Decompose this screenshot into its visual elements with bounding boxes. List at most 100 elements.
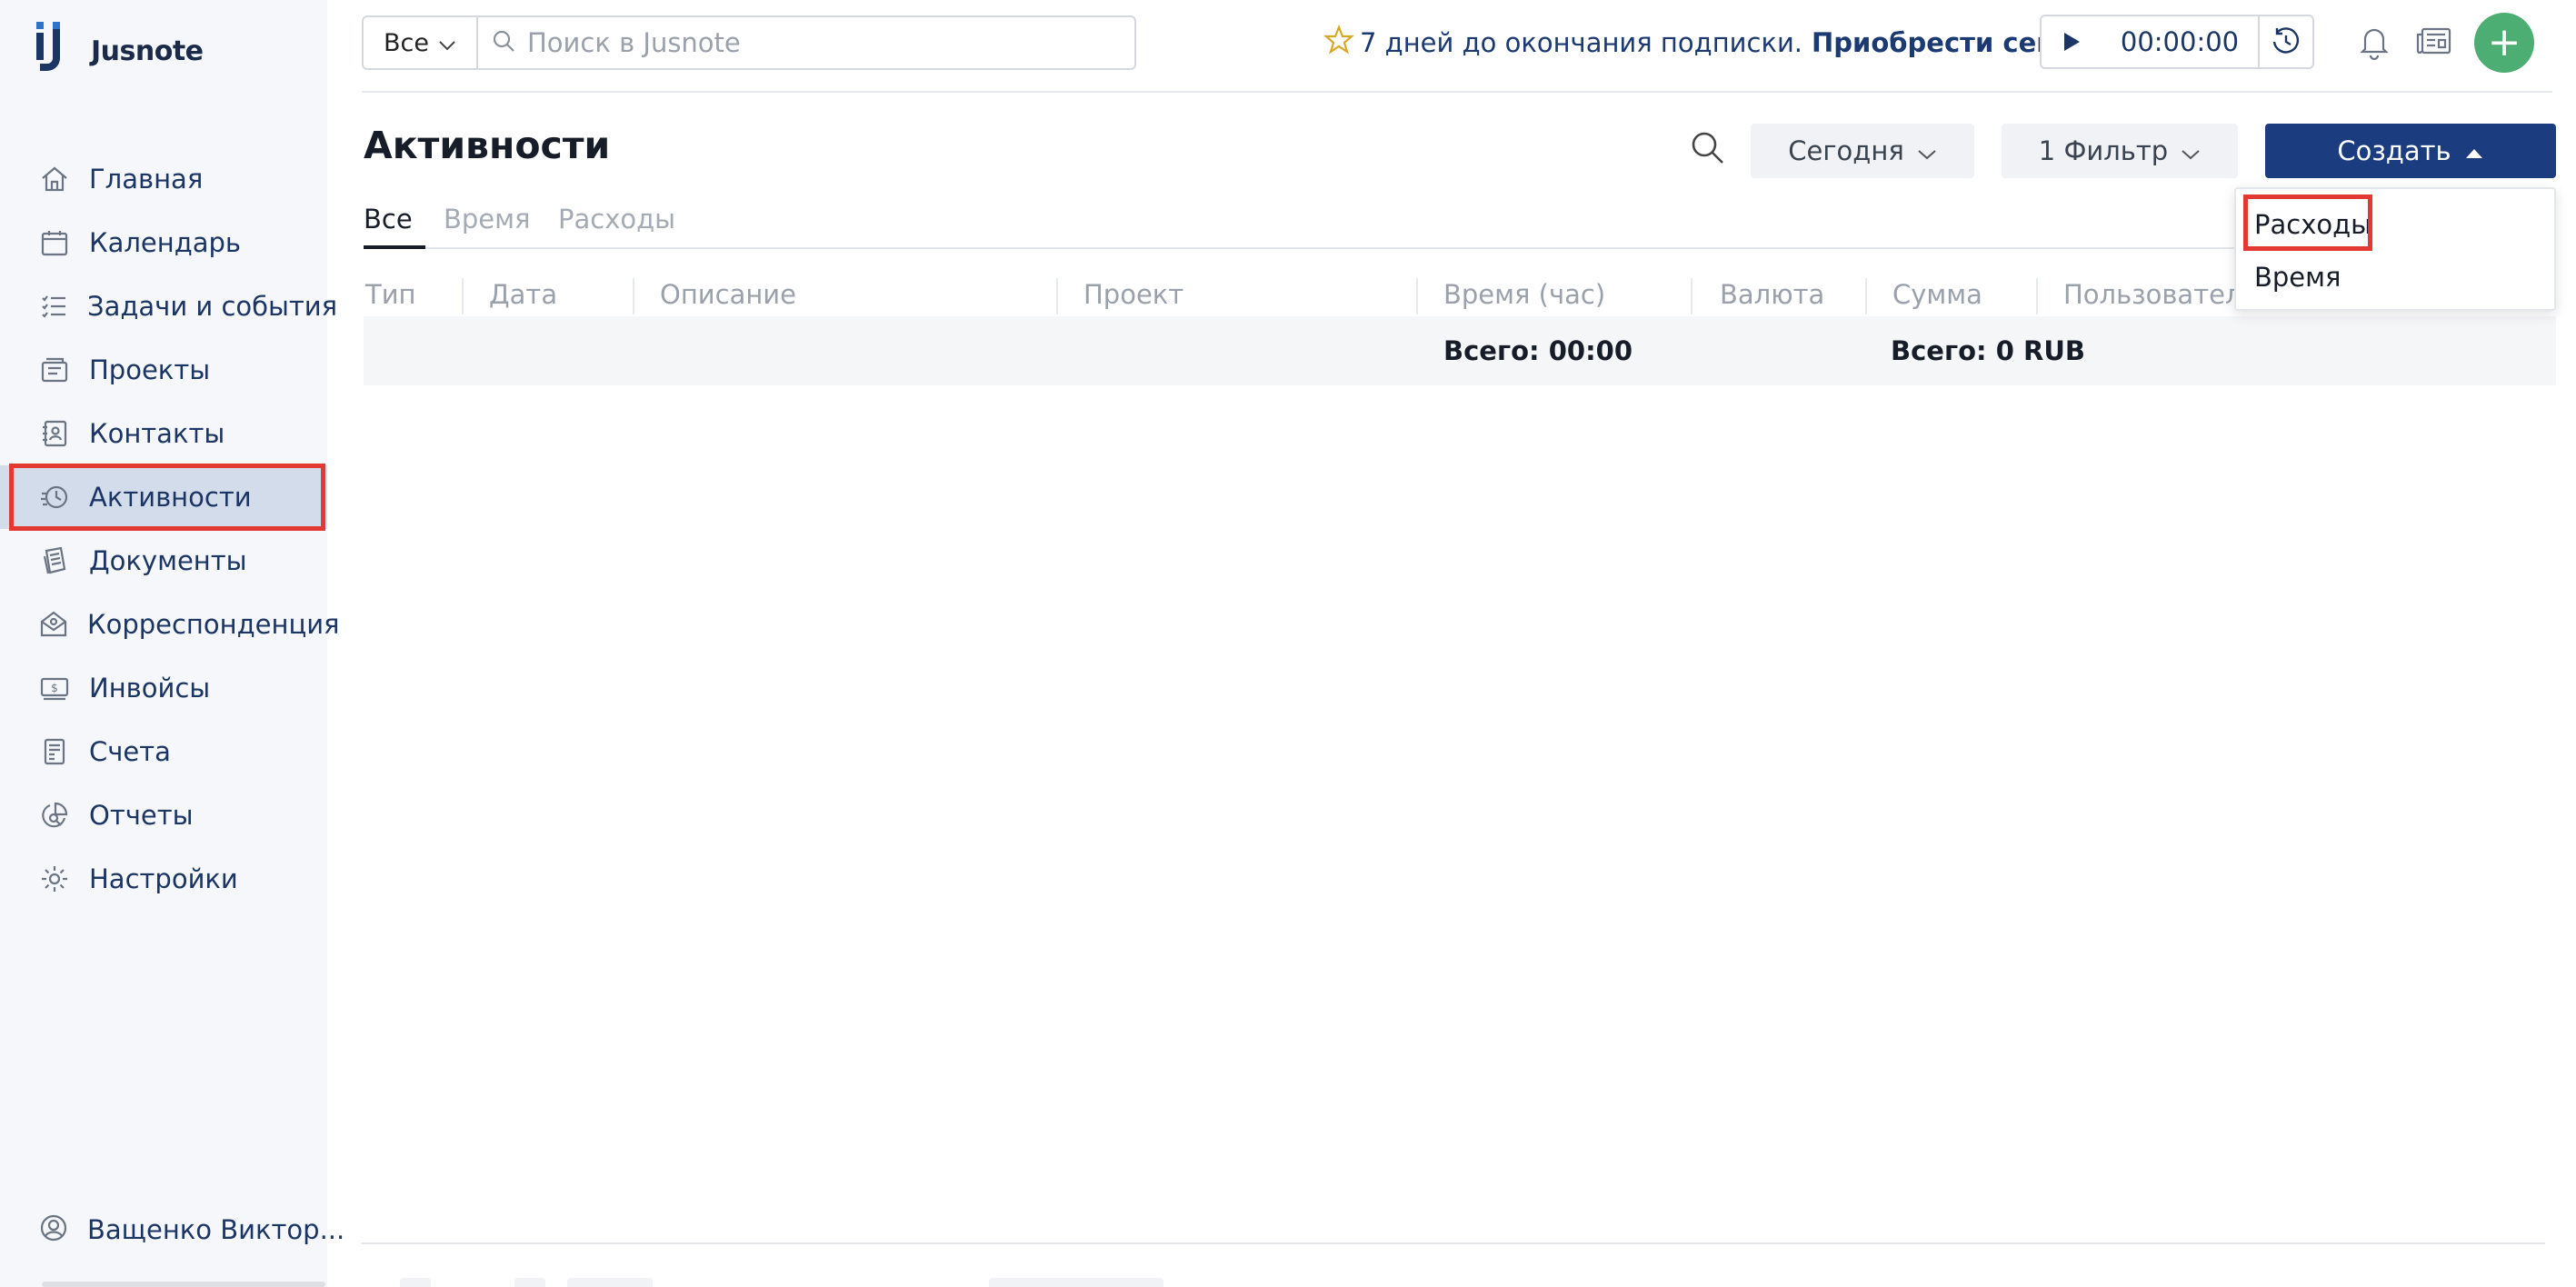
sidebar-item-label: Проекты [89, 354, 211, 385]
column-divider [1416, 278, 1418, 314]
page-title: Активности [364, 124, 611, 167]
total-sum: Всего: 0 RUB [1891, 335, 2085, 366]
sidebar: Jusnote Главная Календарь Задачи и событ… [0, 0, 344, 1287]
create-button[interactable]: Создать [2265, 124, 2556, 178]
sidebar-item-tasks[interactable]: Задачи и события [0, 274, 337, 338]
sidebar-item-label: Главная [89, 164, 204, 195]
footer-divider [362, 1242, 2545, 1244]
sidebar-item-label: Контакты [89, 418, 225, 449]
sidebar-item-label: Инвойсы [89, 673, 211, 703]
bell-icon[interactable] [2352, 20, 2396, 64]
svg-text:$: $ [51, 682, 58, 694]
chevron-down-icon [1917, 135, 1937, 166]
subscription-message: 7 дней до окончания подписки. [1360, 27, 1803, 58]
user-profile[interactable]: Ващенко Виктор... [0, 1198, 344, 1262]
top-bar: Все 7 дней до окончания подписки. Приобр… [362, 0, 2552, 93]
plus-icon: + [2487, 19, 2521, 65]
contacts-icon [38, 417, 71, 450]
activity-icon [38, 481, 71, 514]
page-size-select[interactable] [989, 1278, 1163, 1287]
column-divider [1691, 278, 1692, 314]
sidebar-item-label: Отчеты [89, 800, 194, 831]
pagination-control[interactable] [400, 1278, 431, 1287]
column-divider [2036, 278, 2038, 314]
activity-tabs: Все Время Расходы [364, 198, 2556, 249]
timer-history-icon[interactable] [2258, 16, 2312, 67]
gear-icon [38, 863, 71, 895]
pagination-control[interactable] [514, 1278, 545, 1287]
tab-expenses[interactable]: Расходы [558, 204, 675, 249]
column-divider [1056, 278, 1058, 314]
global-search[interactable] [476, 15, 1136, 70]
tab-all[interactable]: Все [364, 204, 425, 249]
pagination-control[interactable] [567, 1278, 653, 1287]
mail-icon [38, 608, 69, 641]
column-header-user[interactable]: Пользователь [2063, 273, 2258, 316]
subscription-banner: 7 дней до окончания подписки. Приобрести… [1323, 20, 2106, 65]
quick-add-button[interactable]: + [2474, 13, 2534, 73]
total-time: Всего: 00:00 [1443, 335, 1633, 366]
menu-item-expenses[interactable]: Расходы [2254, 209, 2371, 240]
tab-time[interactable]: Время [444, 204, 530, 249]
column-divider [633, 278, 634, 314]
column-divider [462, 278, 464, 314]
sidebar-item-correspondence[interactable]: Корреспонденция [0, 593, 339, 656]
app-name: Jusnote [91, 35, 204, 67]
play-icon[interactable] [2042, 16, 2102, 67]
filter-button[interactable]: 1 Фильтр [2002, 124, 2238, 178]
sidebar-item-invoices[interactable]: $ Инвойсы [0, 656, 327, 720]
column-header-project[interactable]: Проект [1083, 273, 1183, 316]
caret-up-icon [2464, 135, 2484, 166]
tasks-icon [38, 290, 69, 323]
sidebar-item-projects[interactable]: Проекты [0, 338, 327, 402]
home-icon [38, 163, 71, 195]
timer-value: 00:00:00 [2120, 26, 2240, 57]
period-filter-value: Сегодня [1788, 135, 1904, 166]
user-icon [38, 1212, 69, 1247]
sidebar-item-label: Задачи и события [87, 291, 338, 322]
sidebar-item-label: Активности [89, 482, 252, 513]
menu-item-time[interactable]: Время [2254, 262, 2341, 293]
search-scope-select[interactable]: Все [362, 15, 478, 70]
chevron-down-icon [2181, 135, 2201, 166]
activities-table-header: Тип Дата Описание Проект Время (час) Вал… [364, 273, 2556, 316]
news-icon[interactable] [2412, 20, 2456, 64]
reports-icon [38, 799, 71, 832]
column-header-type[interactable]: Тип [365, 273, 416, 316]
chevron-down-icon [438, 29, 456, 57]
app-logo[interactable]: Jusnote [35, 18, 204, 84]
search-icon[interactable] [1689, 129, 1729, 169]
sidebar-scrollbar[interactable] [42, 1282, 325, 1287]
column-divider [1865, 278, 1867, 314]
sidebar-item-calendar[interactable]: Календарь [0, 211, 327, 274]
sidebar-item-label: Документы [89, 545, 247, 576]
sidebar-item-label: Корреспонденция [87, 609, 340, 640]
sidebar-item-label: Счета [89, 736, 171, 767]
user-name: Ващенко Виктор... [87, 1214, 345, 1245]
search-input[interactable] [527, 27, 1109, 58]
search-icon [491, 28, 516, 57]
sidebar-item-activities[interactable]: Активности [0, 465, 327, 529]
column-header-time[interactable]: Время (час) [1443, 273, 1605, 316]
sidebar-item-label: Настройки [89, 863, 238, 894]
sidebar-item-accounts[interactable]: Счета [0, 720, 327, 783]
calendar-icon [38, 226, 71, 259]
sidebar-item-documents[interactable]: Документы [0, 529, 327, 593]
sidebar-item-reports[interactable]: Отчеты [0, 783, 327, 847]
sidebar-item-settings[interactable]: Настройки [0, 847, 327, 911]
sidebar-item-label: Календарь [89, 227, 242, 258]
star-icon [1323, 24, 1354, 62]
sidebar-nav: Главная Календарь Задачи и события Проек… [0, 147, 339, 911]
create-button-label: Создать [2337, 135, 2451, 166]
search-scope-value: Все [384, 28, 429, 57]
projects-icon [38, 354, 71, 386]
logo-icon [36, 22, 60, 71]
column-header-date[interactable]: Дата [489, 273, 557, 316]
period-filter[interactable]: Сегодня [1751, 124, 1974, 178]
column-header-description[interactable]: Описание [660, 273, 796, 316]
column-header-currency[interactable]: Валюта [1720, 273, 1824, 316]
sidebar-item-contacts[interactable]: Контакты [0, 402, 327, 465]
table-totals-row: Всего: 00:00 Всего: 0 RUB [364, 316, 2556, 385]
sidebar-item-home[interactable]: Главная [0, 147, 327, 211]
column-header-sum[interactable]: Сумма [1892, 273, 1982, 316]
